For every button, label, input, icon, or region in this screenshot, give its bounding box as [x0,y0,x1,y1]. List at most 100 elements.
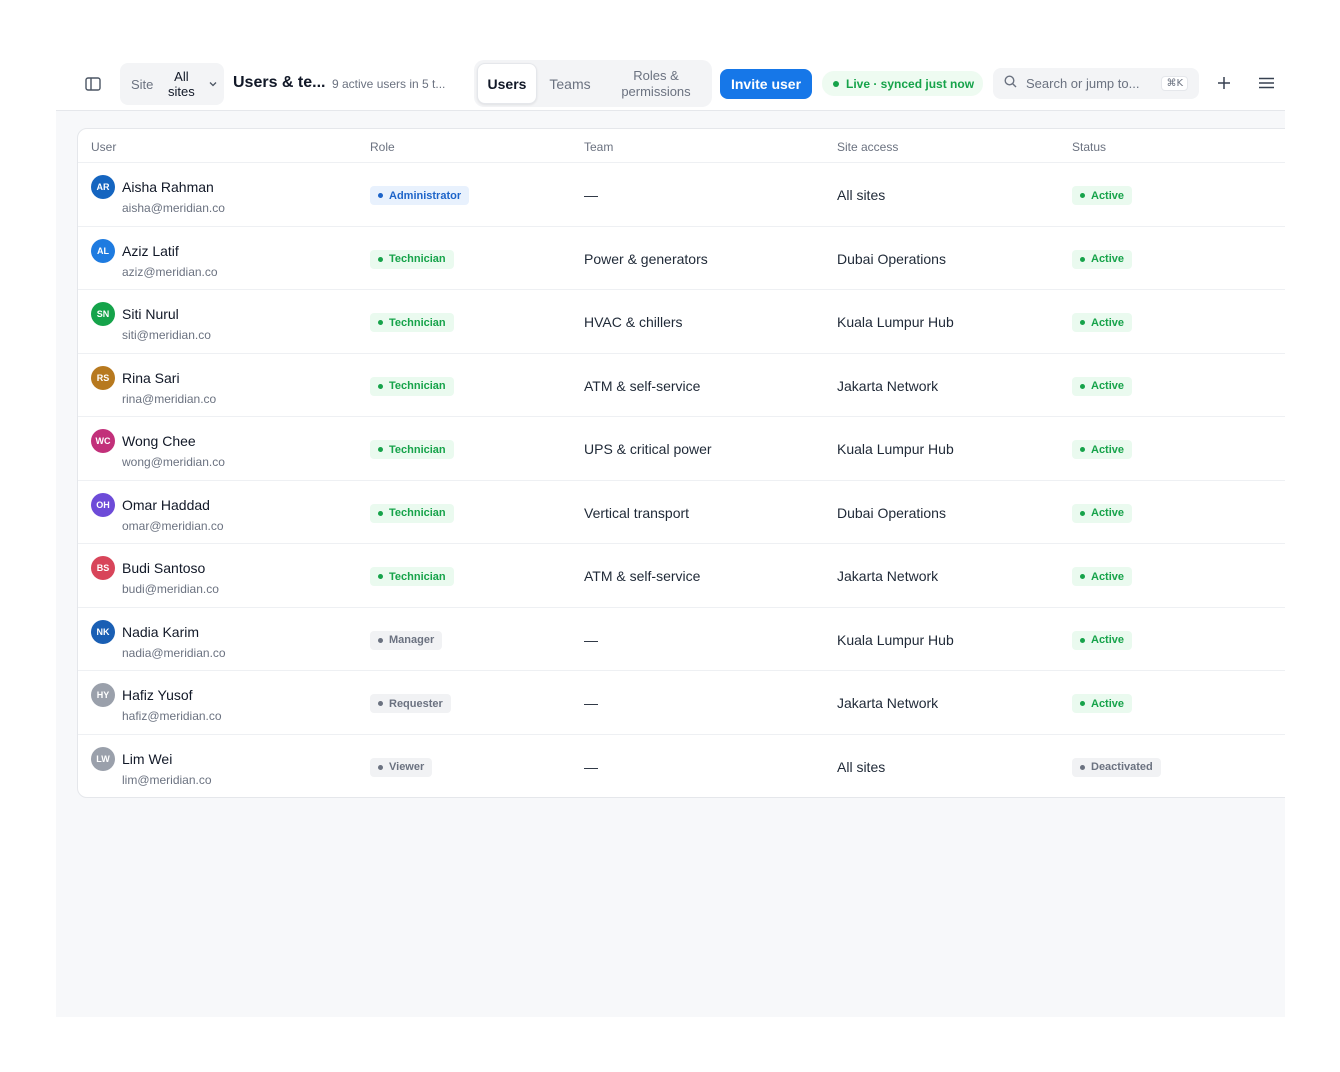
search-shortcut-hint: ⌘K [1161,76,1188,91]
status-label: Active [1091,253,1125,265]
user-email: omar@meridian.co [122,518,224,533]
sidebar-toggle-icon[interactable] [82,73,104,95]
status-dot-icon [1080,447,1085,452]
table-row[interactable]: LW Lim Wei lim@meridian.co Viewer — All sites… [78,735,1285,798]
column-header-status[interactable]: Status [1072,140,1106,154]
table-row[interactable]: NK Nadia Karim nadia@meridian.co Manager — Ku… [78,608,1285,671]
table-row[interactable]: RS Rina Sari rina@meridian.co Technician ATM… [78,354,1285,417]
user-email: wong@meridian.co [122,455,225,469]
role-badge: Viewer [370,757,433,777]
avatar: OH [91,492,115,517]
column-header-user[interactable]: User [91,140,116,154]
user-name: Siti Nurul [122,306,179,322]
site-access-cell: All sites [837,758,886,775]
status-dot-icon [833,80,839,87]
role-badge: Technician [370,440,454,459]
role-label: Viewer [389,761,425,773]
role-badge: Technician [370,313,454,332]
table-row[interactable]: AR Aisha Rahman aisha@meridian.co Administr… [78,163,1285,227]
role-badge: Technician [370,376,454,396]
role-dot-icon [378,383,383,389]
status-label: Active [1091,507,1125,519]
status-label: Active [1091,443,1125,456]
user-name: Wong Chee [122,433,196,449]
status-dot-icon [1080,637,1085,643]
users-table: User Role Team Site access Status AR Aish… [77,128,1285,798]
chevron-down-icon [209,81,217,87]
status-dot-icon [1080,320,1085,325]
table-row[interactable]: WC Wong Chee wong@meridian.co Technician UPS… [78,417,1285,481]
status-label: Active [1091,189,1125,202]
user-email: nadia@meridian.co [122,645,226,660]
page-subtitle: 9 active users in 5 t... [332,77,446,91]
role-label: Technician [389,253,446,265]
column-header-site-access[interactable]: Site access [837,140,898,154]
status-label: Active [1091,570,1125,583]
role-badge: Requester [370,694,451,713]
search-input[interactable]: Search or jump to... ⌘K [993,68,1199,99]
team-cell: HVAC & chillers [584,314,683,330]
table-row[interactable]: AL Aziz Latif aziz@meridian.co Technician Po… [78,227,1285,290]
role-label: Technician [389,570,446,583]
page-title: Users & te... [233,74,326,91]
sync-status-text: Live · synced just now [846,76,975,91]
status-label: Active [1091,697,1125,710]
search-icon [1004,74,1017,93]
status-label: Active [1091,316,1125,329]
role-label: Technician [389,507,446,519]
avatar: SN [91,302,115,326]
role-badge: Manager [370,630,443,650]
table-row[interactable]: SN Siti Nurul siti@meridian.co Technician HV… [78,290,1285,354]
role-dot-icon [378,447,383,452]
table-row[interactable]: HY Hafiz Yusof hafiz@meridian.co Requester —… [78,671,1285,735]
role-dot-icon [378,637,383,643]
site-access-cell: All sites [837,187,886,203]
user-email: aziz@meridian.co [122,264,218,279]
status-badge: Active [1072,313,1133,332]
role-label: Technician [389,443,446,456]
role-label: Manager [389,634,435,646]
user-name: Lim Wei [122,750,173,767]
user-email: hafiz@meridian.co [122,709,222,723]
user-name: Rina Sari [122,369,180,386]
site-access-cell: Kuala Lumpur Hub [837,314,954,330]
site-access-cell: Jakarta Network [837,377,939,394]
site-selector[interactable]: Site All sites [120,63,224,105]
status-dot-icon [1080,256,1085,262]
role-badge: Technician [370,503,454,523]
table-row[interactable]: BS Budi Santoso budi@meridian.co Technician… [78,544,1285,608]
avatar: NK [91,619,115,644]
avatar: AR [91,175,115,199]
tab-teams[interactable]: Teams [537,63,603,104]
app-window: Site All sites Users & te... 9 active us… [56,56,1285,1017]
tab-roles-permissions[interactable]: Roles & permissions [603,63,709,104]
role-badge: Administrator [370,186,470,205]
table-header: User Role Team Site access Status [78,129,1285,163]
column-header-team[interactable]: Team [584,140,613,154]
role-label: Technician [389,316,446,329]
invite-user-button[interactable]: Invite user [720,69,812,99]
user-email: budi@meridian.co [122,582,219,596]
team-cell: — [584,187,598,203]
role-dot-icon [378,193,383,198]
user-email: rina@meridian.co [122,391,217,406]
table-row[interactable]: OH Omar Haddad omar@meridian.co Technician V… [78,481,1285,544]
status-badge: Active [1072,694,1133,713]
site-access-cell: Kuala Lumpur Hub [837,441,954,457]
column-header-role[interactable]: Role [370,140,395,154]
team-cell: ATM & self-service [584,568,701,584]
tab-users[interactable]: Users [477,63,537,104]
team-cell: — [584,631,598,648]
team-cell: — [584,758,598,775]
top-bar: Site All sites Users & te... 9 active us… [56,56,1285,111]
status-dot-icon [1080,383,1085,389]
team-cell: ATM & self-service [584,377,701,394]
menu-icon[interactable] [1255,72,1277,94]
status-label: Deactivated [1091,761,1153,773]
avatar: HY [91,683,115,707]
user-name: Aisha Rahman [122,179,214,195]
user-email: aisha@meridian.co [122,201,225,215]
role-dot-icon [378,320,383,325]
add-icon[interactable] [1213,72,1235,94]
status-dot-icon [1080,510,1085,516]
